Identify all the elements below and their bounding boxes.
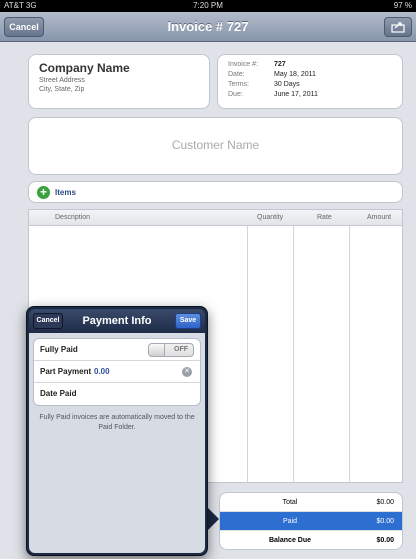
status-bar: AT&T 3G 7:20 PM 97 % [0,0,416,12]
company-card[interactable]: Company Name Street Address City, State,… [28,54,210,109]
toggle-knob [149,344,165,356]
due-value: June 17, 2011 [274,91,318,98]
column-divider [349,210,350,482]
invoice-number-label: Invoice #: [228,61,258,68]
page-title: Invoice # 727 [167,19,249,34]
column-header-quantity: Quantity [257,214,284,221]
popover-save-button[interactable]: Save [175,313,201,329]
clear-icon[interactable]: ✕ [182,367,192,377]
paid-label: Paid [282,518,297,525]
invoice-meta-card[interactable]: Invoice #: 727 Date: May 18, 2011 Terms:… [217,54,403,109]
fully-paid-toggle[interactable]: OFF [148,343,194,357]
date-row: Date: May 18, 2011 [228,70,392,80]
payment-fields-group: Fully Paid OFF Part Payment 0.00 ✕ Date … [33,338,201,406]
paid-value: $0.00 [376,518,394,525]
fully-paid-label: Fully Paid [40,345,78,354]
invoice-number-row: Invoice #: 727 [228,60,392,70]
items-header[interactable]: + Items [28,181,403,203]
share-button[interactable] [384,17,412,37]
fully-paid-note: Fully Paid invoices are automatically mo… [39,414,195,431]
popover-navbar: Payment Info Cancel Save [29,309,205,333]
share-icon [391,22,405,33]
popover-body: Fully Paid OFF Part Payment 0.00 ✕ Date … [29,333,205,553]
paid-row[interactable]: Paid $0.00 [220,512,402,531]
column-divider [293,210,294,482]
popover-cancel-button[interactable]: Cancel [33,313,63,329]
date-value: May 18, 2011 [274,71,316,78]
balance-due-row: Balance Due $0.00 [220,531,402,549]
invoice-number-value: 727 [274,61,286,68]
company-street: Street Address [39,77,85,84]
popover-arrow [207,507,219,531]
fully-paid-row: Fully Paid OFF [34,339,200,361]
company-name: Company Name [39,61,130,75]
company-city: City, State, Zip [39,86,85,93]
cancel-button[interactable]: Cancel [4,17,44,37]
column-header-rate: Rate [317,214,332,221]
payment-info-popover: Payment Info Cancel Save Fully Paid OFF … [26,306,208,556]
total-value: $0.00 [376,499,394,506]
total-row: Total $0.00 [220,493,402,512]
due-row: Due: June 17, 2011 [228,90,392,100]
terms-label: Terms: [228,81,249,88]
add-item-icon[interactable]: + [37,186,50,199]
customer-card[interactable]: Customer Name [28,117,403,175]
toggle-state: OFF [174,346,188,353]
due-label: Due: [228,91,243,98]
part-payment-field[interactable]: 0.00 [94,361,110,383]
total-label: Total [282,499,298,506]
balance-due-label: Balance Due [268,537,312,544]
column-header-description: Description [55,214,91,221]
terms-row: Terms: 30 Days [228,80,392,90]
date-paid-row[interactable]: Date Paid [34,383,200,405]
balance-due-value: $0.00 [376,537,394,544]
clock: 7:20 PM [193,1,223,10]
items-label: Items [55,188,76,197]
terms-value: 30 Days [274,81,300,88]
column-divider [247,210,248,482]
navigation-bar: Invoice # 727 Cancel [0,12,416,42]
customer-name-placeholder: Customer Name [171,138,260,152]
table-header: Description Quantity Rate Amount [29,210,402,226]
part-payment-row: Part Payment 0.00 ✕ [34,361,200,383]
battery-indicator: 97 % [393,1,412,10]
date-label: Date: [228,71,245,78]
date-paid-label: Date Paid [40,389,77,398]
totals-panel: Total $0.00 Paid $0.00 Balance Due $0.00 [219,492,403,550]
part-payment-label: Part Payment [40,367,92,376]
column-header-amount: Amount [367,214,392,221]
